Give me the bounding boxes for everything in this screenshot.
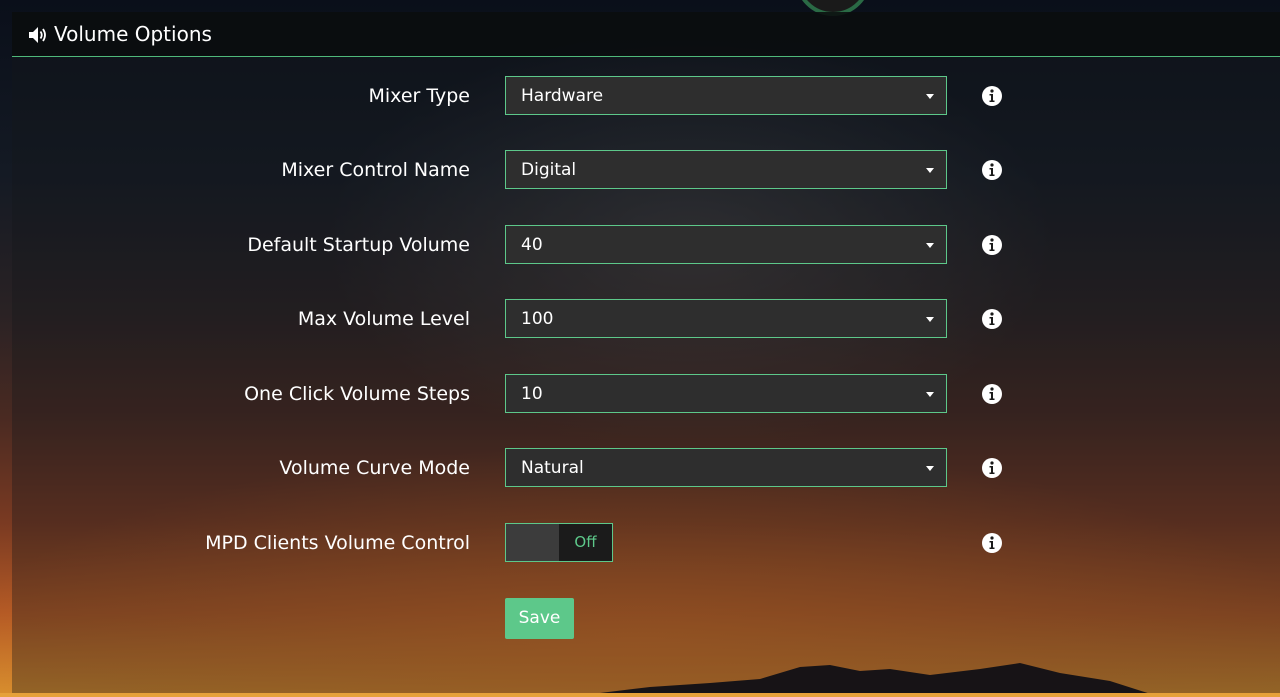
caret-down-icon xyxy=(926,466,934,471)
setting-row-mixer-control-name: Mixer Control Name Digital xyxy=(12,150,1280,190)
setting-label: Mixer Control Name xyxy=(281,159,470,181)
save-button[interactable]: Save xyxy=(505,598,574,639)
toggle-state-label: Off xyxy=(559,524,612,561)
setting-label: Volume Curve Mode xyxy=(279,457,470,479)
volume-curve-mode-select[interactable]: Natural xyxy=(505,448,947,487)
info-icon[interactable] xyxy=(982,309,1002,329)
select-value: 100 xyxy=(521,309,554,329)
speaker-icon xyxy=(29,27,46,43)
panel-title: Volume Options xyxy=(54,22,212,46)
setting-row-mixer-type: Mixer Type Hardware xyxy=(12,76,1280,116)
setting-row-one-click-volume-steps: One Click Volume Steps 10 xyxy=(12,374,1280,414)
setting-row-default-startup-volume: Default Startup Volume 40 xyxy=(12,225,1280,265)
select-value: 40 xyxy=(521,235,543,255)
caret-down-icon xyxy=(926,168,934,173)
info-icon[interactable] xyxy=(982,458,1002,478)
setting-label: MPD Clients Volume Control xyxy=(205,532,470,554)
mpd-clients-volume-toggle[interactable]: Off xyxy=(505,523,613,562)
one-click-volume-steps-select[interactable]: 10 xyxy=(505,374,947,413)
info-icon[interactable] xyxy=(982,160,1002,180)
setting-row-max-volume-level: Max Volume Level 100 xyxy=(12,299,1280,339)
info-icon[interactable] xyxy=(982,533,1002,553)
panel-header: Volume Options xyxy=(12,12,1280,57)
info-icon[interactable] xyxy=(982,86,1002,106)
mixer-control-name-select[interactable]: Digital xyxy=(505,150,947,189)
setting-label: One Click Volume Steps xyxy=(244,383,470,405)
max-volume-level-select[interactable]: 100 xyxy=(505,299,947,338)
select-value: Digital xyxy=(521,160,577,180)
caret-down-icon xyxy=(926,317,934,322)
info-icon[interactable] xyxy=(982,384,1002,404)
info-icon[interactable] xyxy=(982,235,1002,255)
caret-down-icon xyxy=(926,243,934,248)
mixer-type-select[interactable]: Hardware xyxy=(505,76,947,115)
volume-options-panel: Volume Options Mixer Type Hardware Mixer… xyxy=(12,12,1280,697)
caret-down-icon xyxy=(926,392,934,397)
caret-down-icon xyxy=(926,94,934,99)
select-value: Hardware xyxy=(521,86,604,106)
setting-label: Mixer Type xyxy=(368,85,470,107)
select-value: Natural xyxy=(521,458,584,478)
setting-label: Max Volume Level xyxy=(297,308,470,330)
bottom-strip xyxy=(0,693,1280,697)
setting-row-volume-curve-mode: Volume Curve Mode Natural xyxy=(12,448,1280,488)
default-startup-volume-select[interactable]: 40 xyxy=(505,225,947,264)
select-value: 10 xyxy=(521,384,543,404)
toggle-knob xyxy=(506,524,559,561)
setting-row-mpd-clients-volume-control: MPD Clients Volume Control Off xyxy=(12,523,1280,563)
setting-label: Default Startup Volume xyxy=(247,234,470,256)
